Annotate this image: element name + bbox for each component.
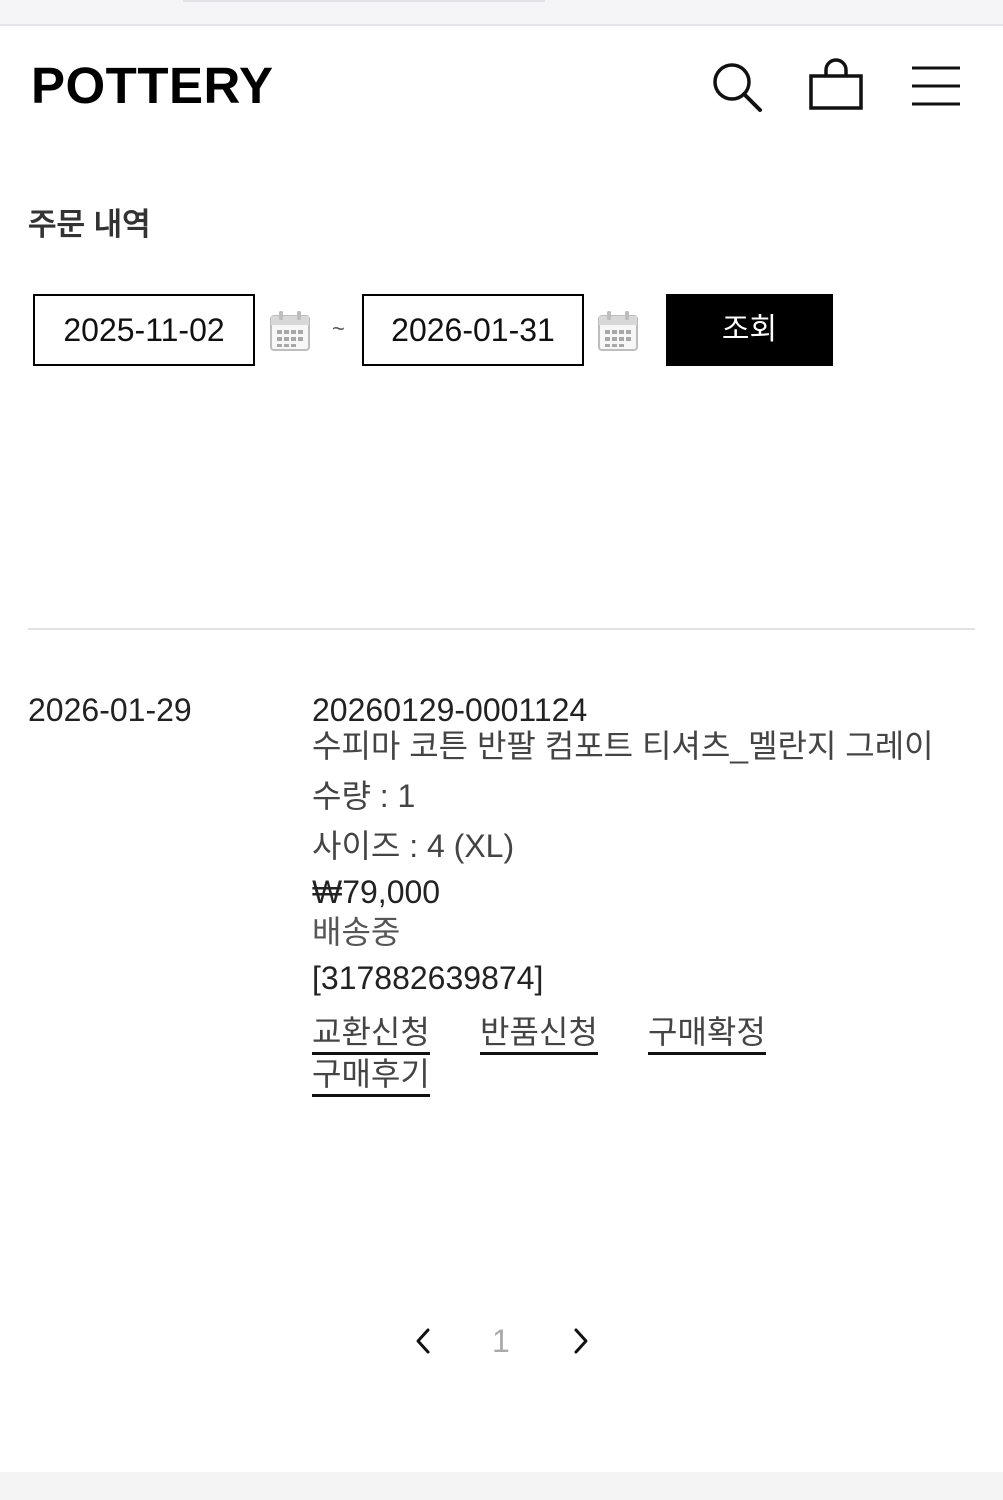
purchase-confirm-link[interactable]: 구매확정	[648, 1014, 766, 1055]
top-grabber	[183, 0, 545, 2]
page-number[interactable]: 1	[492, 1323, 510, 1359]
date-range-separator: ~	[332, 316, 345, 341]
calendar-icon[interactable]	[597, 310, 639, 352]
shopping-bag-icon[interactable]	[808, 58, 864, 112]
exchange-request-link[interactable]: 교환신청	[312, 1014, 430, 1055]
tracking-number[interactable]: [317882639874]	[312, 958, 543, 998]
end-date-field[interactable]: 2026-01-31	[362, 294, 584, 366]
order-status: 배송중	[312, 914, 401, 950]
site-logo[interactable]: POTTERY	[31, 56, 273, 116]
browser-top-strip	[0, 0, 1003, 26]
order-size: 사이즈 : 4 (XL)	[312, 828, 515, 864]
page-title: 주문 내역	[28, 207, 151, 242]
footer-strip	[0, 1472, 1003, 1500]
product-name[interactable]: 수피마 코튼 반팔 컴포트 티셔츠_멜란지 그레이	[312, 726, 934, 766]
calendar-icon[interactable]	[269, 310, 311, 352]
search-button[interactable]: 조회	[666, 294, 833, 366]
start-date-field[interactable]: 2025-11-02	[33, 294, 255, 366]
order-date: 2026-01-29	[28, 692, 192, 728]
search-icon[interactable]	[710, 60, 764, 114]
menu-icon[interactable]	[910, 64, 962, 108]
order-number[interactable]: 20260129-0001124	[312, 690, 587, 730]
chevron-right-icon[interactable]	[568, 1326, 592, 1356]
purchase-review-link[interactable]: 구매후기	[312, 1056, 430, 1097]
chevron-left-icon[interactable]	[412, 1326, 436, 1356]
order-quantity: 수량 : 1	[312, 778, 416, 814]
list-divider	[28, 628, 975, 630]
return-request-link[interactable]: 반품신청	[480, 1014, 598, 1055]
order-price: ₩79,000	[312, 874, 441, 910]
